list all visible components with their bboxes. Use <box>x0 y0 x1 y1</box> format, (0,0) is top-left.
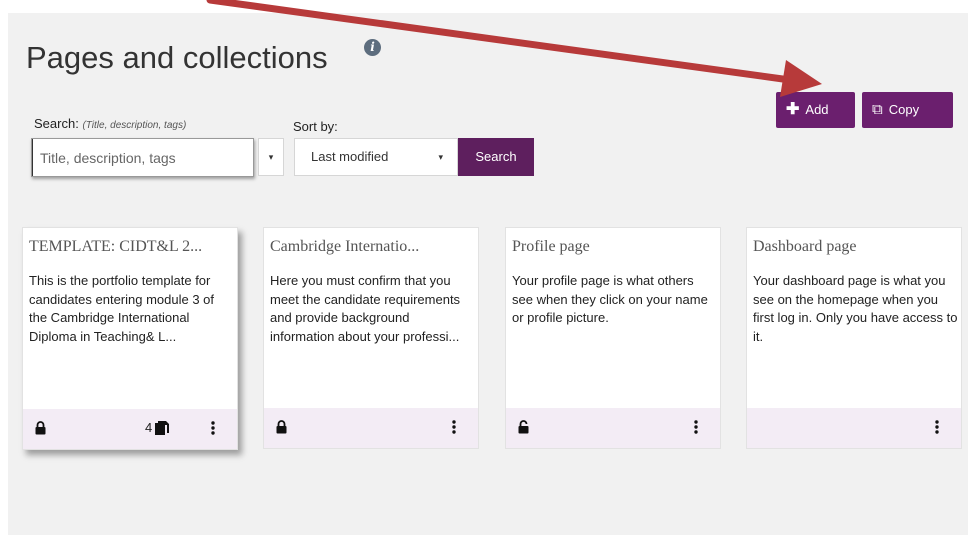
search-button[interactable]: Search <box>458 138 534 176</box>
sort-label: Sort by: <box>293 119 338 134</box>
card-description: Your profile page is what others see whe… <box>512 273 708 326</box>
lock-icon <box>35 421 46 435</box>
add-button[interactable]: ✚ Add <box>776 92 855 128</box>
card-description: Your dashboard page is what you see on t… <box>753 273 958 345</box>
sort-dropdown[interactable]: Last modified ▾ <box>294 138 458 176</box>
card-title[interactable]: Dashboard page <box>753 238 958 256</box>
copy-button-label: Copy <box>888 102 920 117</box>
card-description: Here you must confirm that you meet the … <box>270 273 461 345</box>
card-footer <box>264 408 478 448</box>
card-footer: 4 <box>23 409 237 449</box>
card-title[interactable]: Profile page <box>512 238 717 256</box>
page-card[interactable]: TEMPLATE: CIDT&L 2... This is the portfo… <box>22 227 238 450</box>
add-button-label: Add <box>805 102 829 117</box>
sort-selected: Last modified <box>311 149 389 164</box>
chevron-down-icon: ▾ <box>438 152 443 162</box>
page-title: Pages and collections <box>26 40 328 75</box>
more-options-icon[interactable] <box>694 420 698 434</box>
copy-button[interactable]: ⧉ Copy <box>862 92 953 128</box>
search-hint: (Title, description, tags) <box>82 120 187 131</box>
lock-icon <box>276 420 287 434</box>
search-type-dropdown[interactable]: ▾ <box>258 138 284 176</box>
card-title[interactable]: Cambridge Internatio... <box>270 238 475 256</box>
card-footer <box>747 408 961 448</box>
search-label: Search: (Title, description, tags) <box>34 116 186 131</box>
more-options-icon[interactable] <box>452 420 456 434</box>
plus-icon: ✚ <box>786 101 800 118</box>
card-title[interactable]: TEMPLATE: CIDT&L 2... <box>29 238 234 256</box>
page-card[interactable]: Cambridge Internatio... Here you must co… <box>263 227 479 449</box>
more-options-icon[interactable] <box>935 420 939 434</box>
unlock-icon <box>518 420 529 434</box>
card-footer <box>506 408 720 448</box>
card-description: This is the portfolio template for candi… <box>29 273 215 345</box>
info-icon[interactable]: i <box>364 39 381 56</box>
pages-icon <box>155 421 169 435</box>
search-input[interactable] <box>32 139 253 176</box>
page-card[interactable]: Profile page Your profile page is what o… <box>505 227 721 449</box>
page-count: 4 <box>145 420 153 435</box>
more-options-icon[interactable] <box>211 421 215 435</box>
search-box <box>31 138 254 177</box>
search-label-text: Search: <box>34 116 79 131</box>
copy-icon: ⧉ <box>872 101 883 118</box>
page-card[interactable]: Dashboard page Your dashboard page is wh… <box>746 227 962 449</box>
